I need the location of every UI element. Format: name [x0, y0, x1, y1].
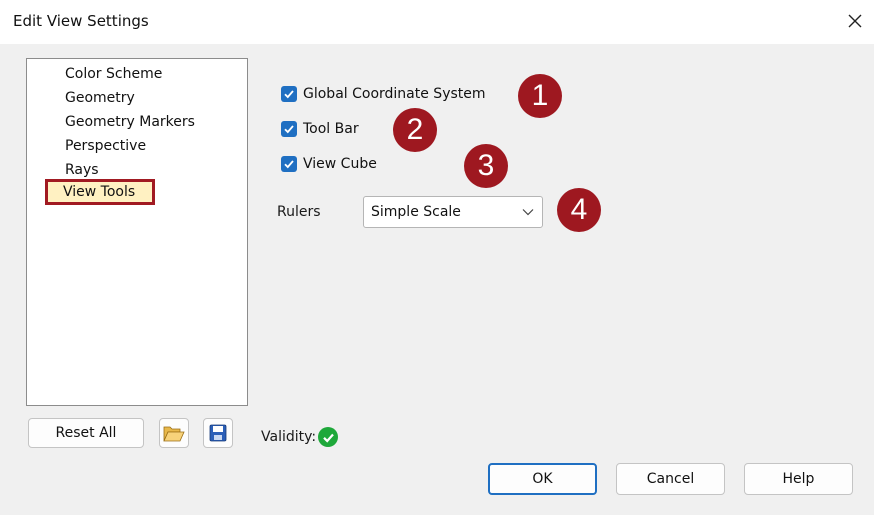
rulers-dropdown[interactable]: Simple Scale: [363, 196, 543, 228]
folder-open-icon: [163, 426, 185, 442]
category-item-geometry[interactable]: Geometry: [65, 89, 135, 107]
tool-bar-checkbox[interactable]: [281, 121, 297, 137]
validity-label: Validity:: [261, 429, 317, 445]
category-list: Color Scheme Geometry Geometry Markers P…: [26, 58, 248, 406]
checkmark-icon: [284, 160, 294, 169]
view-cube-option[interactable]: View Cube: [281, 156, 377, 172]
category-item-view-tools[interactable]: View Tools: [44, 179, 156, 205]
callout-4: 4: [557, 188, 601, 232]
ok-button[interactable]: OK: [488, 463, 597, 495]
view-cube-checkbox[interactable]: [281, 156, 297, 172]
category-item-geometry-markers[interactable]: Geometry Markers: [65, 113, 195, 131]
global-coordinate-system-option[interactable]: Global Coordinate System: [281, 86, 486, 102]
rulers-label: Rulers: [277, 204, 321, 220]
open-settings-button[interactable]: [159, 418, 189, 448]
close-icon: [848, 14, 862, 28]
category-item-perspective[interactable]: Perspective: [65, 137, 146, 155]
title-bar: Edit View Settings: [0, 0, 874, 44]
checkmark-icon: [284, 90, 294, 99]
valid-check-icon: [318, 427, 339, 447]
global-coordinate-system-checkbox[interactable]: [281, 86, 297, 102]
callout-1: 1: [518, 74, 562, 118]
tool-bar-option[interactable]: Tool Bar: [281, 121, 359, 137]
floppy-disk-icon: [209, 424, 227, 442]
dialog-title: Edit View Settings: [13, 12, 149, 30]
edit-view-settings-dialog: Edit View Settings Color Scheme Geometry…: [0, 0, 874, 515]
save-settings-button[interactable]: [203, 418, 233, 448]
category-item-color-scheme[interactable]: Color Scheme: [65, 65, 162, 83]
validity-indicator: Validity:: [261, 427, 339, 447]
close-button[interactable]: [842, 8, 868, 34]
help-button[interactable]: Help: [744, 463, 853, 495]
rulers-selected-value: Simple Scale: [371, 204, 461, 220]
chevron-down-icon: [518, 196, 538, 228]
dialog-body: Color Scheme Geometry Geometry Markers P…: [0, 44, 874, 515]
reset-all-button[interactable]: Reset All: [28, 418, 144, 448]
checkmark-icon: [284, 125, 294, 134]
callout-3: 3: [464, 144, 508, 188]
view-cube-label: View Cube: [303, 156, 377, 172]
category-item-rays[interactable]: Rays: [65, 161, 99, 179]
global-coordinate-system-label: Global Coordinate System: [303, 86, 486, 102]
tool-bar-label: Tool Bar: [303, 121, 359, 137]
cancel-button[interactable]: Cancel: [616, 463, 725, 495]
callout-2: 2: [393, 108, 437, 152]
